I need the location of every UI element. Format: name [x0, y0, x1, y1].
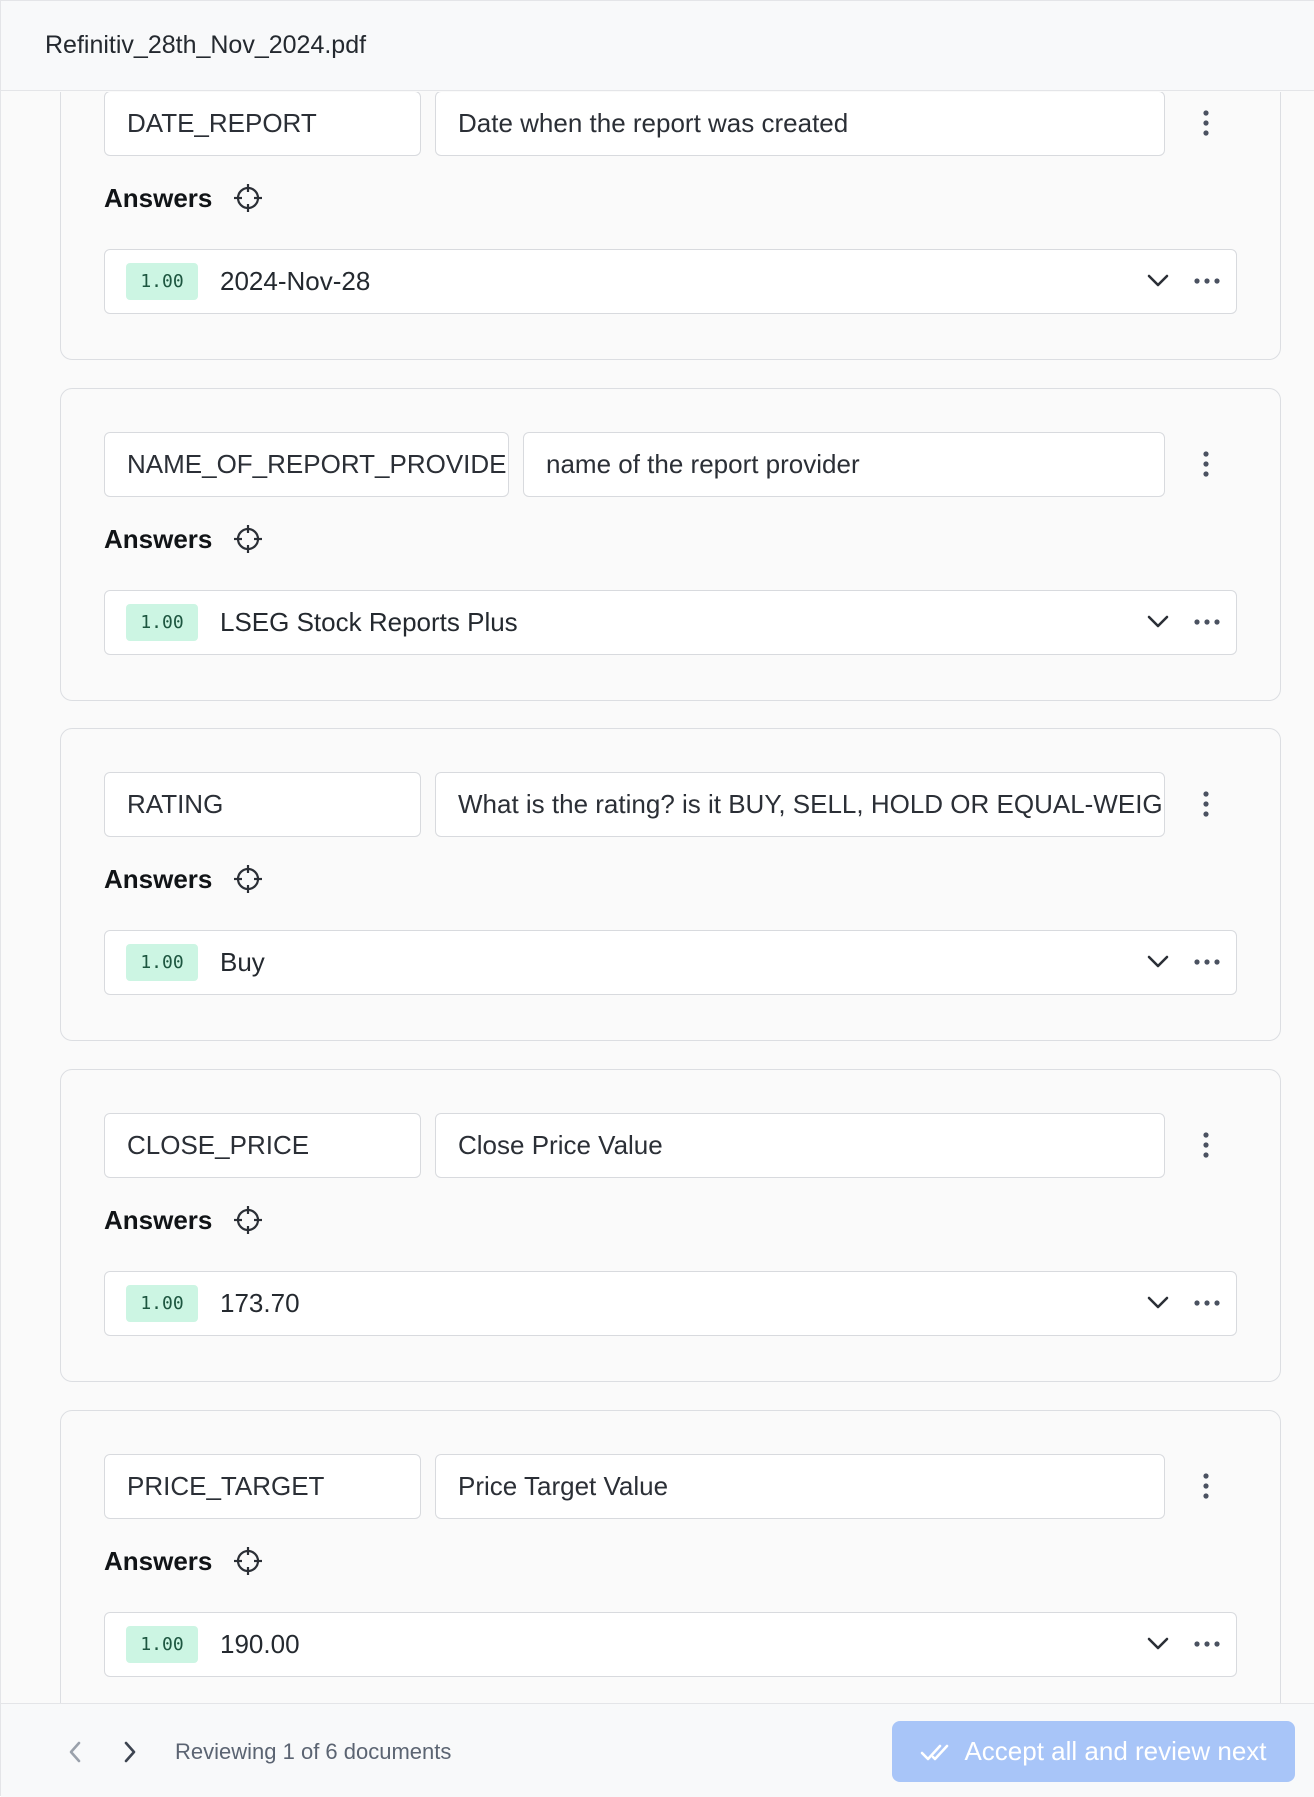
- document-review-panel: Refinitiv_28th_Nov_2024.pdf DATE_REPORT …: [0, 0, 1314, 1797]
- chevron-right-icon[interactable]: [112, 1734, 148, 1770]
- review-status: Reviewing 1 of 6 documents: [175, 1739, 452, 1764]
- document-title: Refinitiv_28th_Nov_2024.pdf: [45, 31, 367, 59]
- fields-list[interactable]: DATE_REPORT Date when the report was cre…: [1, 92, 1314, 1703]
- answer-row[interactable]: 1.00 2024-Nov-28: [104, 249, 1237, 314]
- chevron-down-icon[interactable]: [1143, 607, 1173, 637]
- chevron-down-icon[interactable]: [1143, 1288, 1173, 1318]
- field-card: DATE_REPORT Date when the report was cre…: [60, 92, 1281, 360]
- confidence-badge: 1.00: [126, 604, 198, 641]
- confidence-badge: 1.00: [126, 1285, 198, 1322]
- answers-label: Answers: [104, 182, 213, 213]
- kebab-menu-icon[interactable]: [1191, 101, 1221, 145]
- document-header: Refinitiv_28th_Nov_2024.pdf: [1, 1, 1314, 91]
- field-name-input[interactable]: PRICE_TARGET: [104, 1454, 421, 1519]
- field-description-input[interactable]: name of the report provider: [523, 432, 1165, 497]
- field-card: CLOSE_PRICE Close Price Value Answers 1.…: [60, 1069, 1281, 1382]
- answer-value: 2024-Nov-28: [220, 266, 371, 296]
- answer-value: 173.70: [220, 1288, 300, 1318]
- answers-header: Answers: [104, 1200, 264, 1240]
- accept-all-button[interactable]: Accept all and review next: [892, 1721, 1295, 1782]
- chevron-left-icon[interactable]: [57, 1734, 93, 1770]
- field-name-input[interactable]: CLOSE_PRICE: [104, 1113, 421, 1178]
- answer-row[interactable]: 1.00 190.00: [104, 1612, 1237, 1677]
- kebab-menu-icon[interactable]: [1191, 782, 1221, 826]
- crosshair-icon[interactable]: [232, 1204, 264, 1236]
- more-horizontal-icon[interactable]: [1190, 607, 1224, 637]
- field-card: NAME_OF_REPORT_PROVIDER name of the repo…: [60, 388, 1281, 701]
- more-horizontal-icon[interactable]: [1190, 947, 1224, 977]
- answer-value: 190.00: [220, 1629, 300, 1659]
- field-description-input[interactable]: Date when the report was created: [435, 92, 1165, 156]
- crosshair-icon[interactable]: [232, 523, 264, 555]
- field-card: PRICE_TARGET Price Target Value Answers …: [60, 1410, 1281, 1703]
- field-card: RATING What is the rating? is it BUY, SE…: [60, 728, 1281, 1041]
- kebab-menu-icon[interactable]: [1191, 1464, 1221, 1508]
- chevron-down-icon[interactable]: [1143, 947, 1173, 977]
- more-horizontal-icon[interactable]: [1190, 266, 1224, 296]
- kebab-menu-icon[interactable]: [1191, 442, 1221, 486]
- answer-value: LSEG Stock Reports Plus: [220, 607, 518, 637]
- field-description-input[interactable]: What is the rating? is it BUY, SELL, HOL…: [435, 772, 1165, 837]
- confidence-badge: 1.00: [126, 944, 198, 981]
- confidence-badge: 1.00: [126, 263, 198, 300]
- chevron-down-icon[interactable]: [1143, 266, 1173, 296]
- field-description-input[interactable]: Price Target Value: [435, 1454, 1165, 1519]
- review-footer: Reviewing 1 of 6 documents Accept all an…: [1, 1703, 1314, 1797]
- answer-row[interactable]: 1.00 Buy: [104, 930, 1237, 995]
- answers-header: Answers: [104, 859, 264, 899]
- field-description-input[interactable]: Close Price Value: [435, 1113, 1165, 1178]
- confidence-badge: 1.00: [126, 1626, 198, 1663]
- chevron-down-icon[interactable]: [1143, 1629, 1173, 1659]
- crosshair-icon[interactable]: [232, 182, 264, 214]
- answer-value: Buy: [220, 947, 265, 977]
- crosshair-icon[interactable]: [232, 863, 264, 895]
- more-horizontal-icon[interactable]: [1190, 1288, 1224, 1318]
- answers-label: Answers: [104, 1545, 213, 1576]
- field-name-input[interactable]: NAME_OF_REPORT_PROVIDER: [104, 432, 509, 497]
- answers-label: Answers: [104, 863, 213, 894]
- field-name-input[interactable]: DATE_REPORT: [104, 92, 421, 156]
- kebab-menu-icon[interactable]: [1191, 1123, 1221, 1167]
- answers-label: Answers: [104, 1204, 213, 1235]
- answers-header: Answers: [104, 178, 264, 218]
- answers-header: Answers: [104, 1541, 264, 1581]
- answer-row[interactable]: 1.00 LSEG Stock Reports Plus: [104, 590, 1237, 655]
- answers-header: Answers: [104, 519, 264, 559]
- answers-label: Answers: [104, 523, 213, 554]
- answer-row[interactable]: 1.00 173.70: [104, 1271, 1237, 1336]
- double-check-icon: [921, 1744, 949, 1760]
- field-name-input[interactable]: RATING: [104, 772, 421, 837]
- crosshair-icon[interactable]: [232, 1545, 264, 1577]
- accept-all-label: Accept all and review next: [964, 1736, 1267, 1766]
- more-horizontal-icon[interactable]: [1190, 1629, 1224, 1659]
